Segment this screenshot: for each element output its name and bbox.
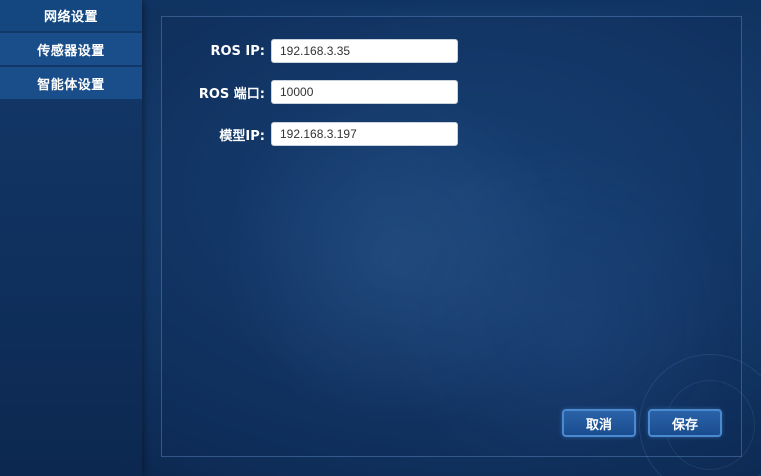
ros-ip-row: ROS IP: [166,39,458,63]
ros-ip-input[interactable] [271,39,458,63]
model-ip-input[interactable] [271,122,458,146]
save-button[interactable]: 保存 [648,409,722,437]
cancel-button[interactable]: 取消 [562,409,636,437]
settings-screen: 网络设置 传感器设置 智能体设置 ROS IP: ROS 端口: 模型IP: 取… [0,0,761,476]
sidebar-item-network-settings[interactable]: 网络设置 [0,0,142,31]
ros-port-row: ROS 端口: [166,80,458,104]
model-ip-label: 模型IP: [219,128,265,144]
ros-ip-label: ROS IP: [210,43,265,59]
model-ip-row: 模型IP: [166,122,458,146]
ros-port-label: ROS 端口: [198,86,265,102]
sidebar-item-sensor-settings[interactable]: 传感器设置 [0,33,142,65]
top-strip [142,0,761,16]
sidebar: 网络设置 传感器设置 智能体设置 [0,0,142,476]
sidebar-item-agent-settings[interactable]: 智能体设置 [0,67,142,99]
settings-panel: ROS IP: ROS 端口: 模型IP: 取消 保存 [161,16,761,476]
ros-port-input[interactable] [271,80,458,104]
